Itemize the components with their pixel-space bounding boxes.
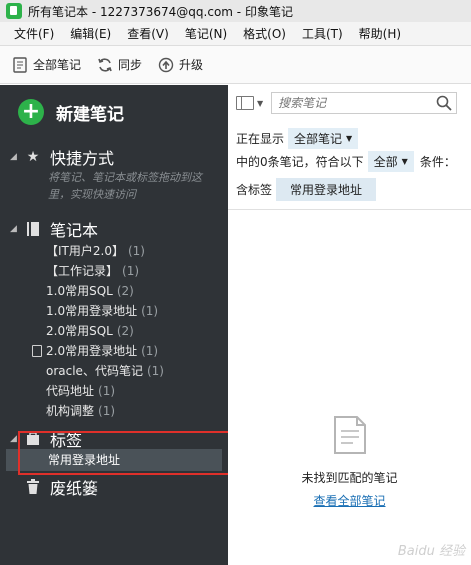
tag-filter-label: 含标签 [236, 183, 273, 197]
notebook-filter-dropdown[interactable]: 全部笔记 ▼ [288, 128, 359, 149]
upgrade-button[interactable]: 升级 [158, 56, 203, 73]
window-title: 所有笔记本 - 1227373674@qq.com - 印象笔记 [28, 4, 293, 19]
shortcuts-label: 快捷方式 [50, 149, 115, 168]
notebook-item[interactable]: 机构调整 (1) [46, 401, 115, 421]
empty-message: 未找到匹配的笔记 [301, 471, 398, 485]
note-list-pane: ▼ 正在显示 全部笔记 ▼ 中的0条笔记，符合以下 全部 ▼ 条件： 含标签 常… [228, 85, 471, 565]
empty-state: 未找到匹配的笔记 查看全部笔记 [228, 415, 471, 509]
notebook-item[interactable]: 1.0常用登录地址 (1) [46, 301, 158, 321]
evernote-app-icon [6, 3, 22, 19]
upgrade-icon [158, 57, 174, 73]
notebook-count: (1) [98, 404, 116, 418]
notebook-count: (1) [98, 384, 116, 398]
notes-icon [12, 56, 28, 73]
upgrade-label: 升级 [179, 58, 204, 72]
menu-file[interactable]: 文件(F) [6, 25, 62, 42]
all-notes-button[interactable]: 全部笔记 [12, 56, 81, 73]
search-input[interactable] [272, 93, 423, 113]
star-icon: ★ [26, 149, 40, 165]
menu-help[interactable]: 帮助(H) [351, 25, 409, 42]
notebook-name: 1.0常用SQL [46, 284, 113, 298]
title-bar: 所有笔记本 - 1227373674@qq.com - 印象笔记 [0, 0, 471, 22]
new-note-button[interactable]: + 新建笔记 [18, 99, 124, 125]
notebook-item[interactable]: 1.0常用SQL (2) [46, 281, 134, 301]
shortcuts-hint: 将笔记、笔记本或标签拖动到这里，实现快速访问 [48, 171, 202, 201]
notebooks-label: 笔记本 [50, 221, 99, 240]
notebook-item[interactable]: 【IT用户2.0】 (1) [46, 241, 145, 261]
empty-note-icon [333, 415, 367, 455]
notebook-name: 【工作记录】 [46, 264, 119, 278]
new-note-label: 新建笔记 [56, 104, 124, 125]
notebook-item[interactable]: 代码地址 (1) [46, 381, 115, 401]
menu-bar: 文件(F) 编辑(E) 查看(V) 笔记(N) 格式(O) 工具(T) 帮助(H… [0, 22, 471, 46]
filter-showing-row: 正在显示 全部笔记 ▼ [236, 128, 359, 149]
plus-icon: + [18, 99, 44, 125]
notebook-count: (1) [141, 344, 159, 358]
match-suffix: 条件： [419, 155, 456, 169]
watermark: Baidu 经验 [397, 544, 465, 559]
menu-format[interactable]: 格式(O) [235, 25, 294, 42]
notebook-filter-value: 全部笔记 [294, 132, 343, 146]
trash-icon [24, 478, 42, 496]
notebooks-section[interactable]: ◢ 笔记本 [10, 217, 98, 241]
search-icon[interactable] [436, 95, 452, 111]
all-notes-label: 全部笔记 [33, 58, 82, 72]
search-row: ▼ [228, 85, 471, 121]
notebook-name: 2.0常用登录地址 [46, 344, 138, 358]
chevron-down-icon: ▼ [257, 98, 264, 108]
match-mode-value: 全部 [373, 155, 398, 169]
notebook-item[interactable]: 2.0常用SQL (2) [46, 321, 134, 341]
search-field[interactable] [271, 92, 458, 114]
notebook-name: 机构调整 [46, 404, 95, 418]
divider [228, 209, 471, 210]
notebook-count: (1) [127, 244, 145, 258]
notebook-item[interactable]: oracle、代码笔记 (1) [46, 361, 164, 381]
view-all-notes-link[interactable]: 查看全部笔记 [228, 492, 471, 509]
chevron-down-icon: ▼ [401, 157, 408, 166]
sync-icon [97, 57, 113, 73]
notebook-name: 代码地址 [46, 384, 95, 398]
showing-label: 正在显示 [236, 132, 285, 146]
sync-label: 同步 [118, 58, 143, 72]
menu-note[interactable]: 笔记(N) [177, 25, 235, 42]
notebook-item[interactable]: 2.0常用登录地址 (1) [32, 341, 159, 361]
notebook-count: (1) [146, 364, 164, 378]
match-prefix: 中的0条笔记，符合以下 [236, 155, 364, 169]
collapse-triangle-icon[interactable]: ◢ [10, 224, 24, 234]
menu-view[interactable]: 查看(V) [119, 25, 177, 42]
notebook-item[interactable]: 【工作记录】 (1) [46, 261, 139, 281]
notebook-name: 2.0常用SQL [46, 324, 113, 338]
notebook-count: (2) [116, 284, 134, 298]
sidebar: + 新建笔记 ◢ ★ 快捷方式 将笔记、笔记本或标签拖动到这里，实现快速访问 ◢… [0, 85, 238, 565]
shortcuts-section[interactable]: ◢ ★ 快捷方式 [10, 145, 114, 169]
notebook-icon [24, 220, 42, 238]
notebook-name: oracle、代码笔记 [46, 364, 143, 378]
menu-edit[interactable]: 编辑(E) [62, 25, 119, 42]
view-layout-icon [236, 96, 254, 110]
collapse-triangle-icon[interactable]: ◢ [10, 152, 24, 162]
notebook-count: (2) [116, 324, 134, 338]
menu-tools[interactable]: 工具(T) [294, 25, 351, 42]
notebook-name: 1.0常用登录地址 [46, 304, 138, 318]
filter-tag-row: 含标签 常用登录地址 [236, 178, 377, 201]
filter-match-row: 中的0条笔记，符合以下 全部 ▼ 条件： [236, 151, 456, 172]
trash-section[interactable]: 废纸篓 [10, 475, 98, 499]
trash-label: 废纸篓 [50, 479, 99, 498]
red-highlight-annotation [18, 431, 238, 475]
notebook-count: (1) [141, 304, 159, 318]
match-mode-dropdown[interactable]: 全部 ▼ [367, 151, 414, 172]
tag-filter-chip[interactable]: 常用登录地址 [276, 178, 377, 201]
notebook-stack-icon [32, 345, 42, 357]
chevron-down-icon: ▼ [346, 134, 353, 143]
toolbar: 全部笔记 同步 升级 [0, 46, 471, 84]
sync-button[interactable]: 同步 [97, 56, 142, 73]
notebook-name: 【IT用户2.0】 [46, 244, 124, 258]
view-options-button[interactable]: ▼ [236, 96, 263, 110]
notebook-count: (1) [122, 264, 140, 278]
